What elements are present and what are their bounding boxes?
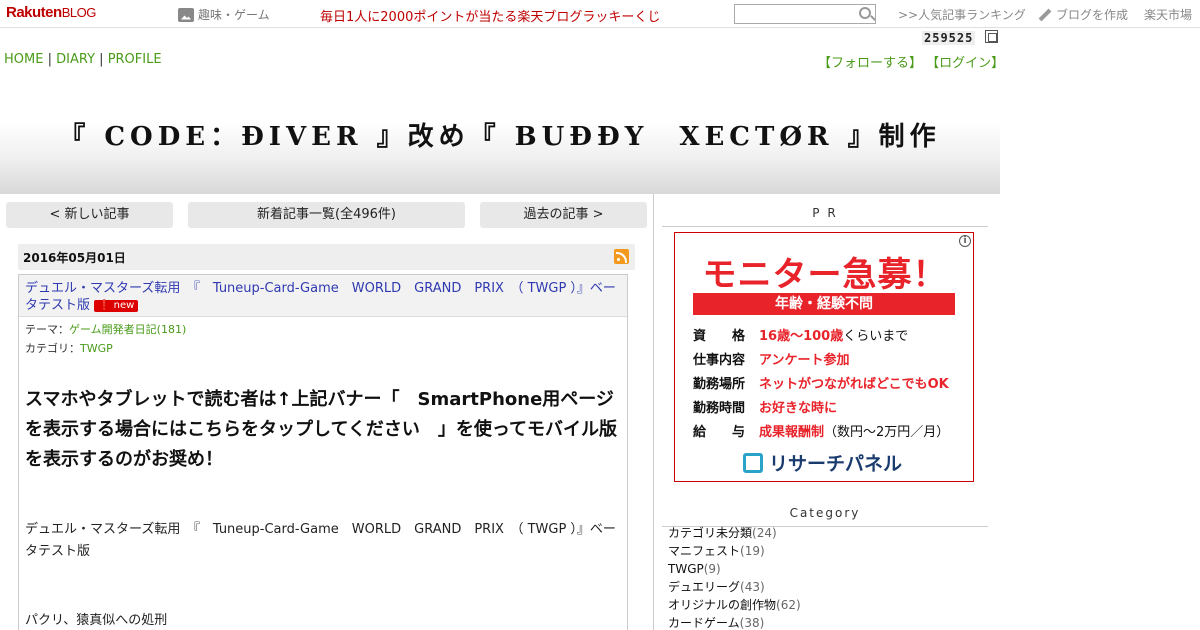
search-icon[interactable] xyxy=(859,7,871,19)
ad-row: 勤務時間 お好きな時に xyxy=(693,397,837,416)
category-name: デュエリーグ xyxy=(668,580,741,594)
nav-separator: | xyxy=(47,52,52,67)
category-item[interactable]: カードゲーム(38) xyxy=(668,614,801,630)
new-badge-label: new xyxy=(113,300,135,311)
category-name: TWGP xyxy=(668,562,704,576)
category-link[interactable]: TWGP xyxy=(80,342,113,355)
blog-category-label: 趣味・ゲーム xyxy=(198,8,270,22)
ad-row-label: 勤務時間 xyxy=(693,401,746,416)
ad-row-value: 成果報酬制 xyxy=(759,425,825,440)
newer-post-button[interactable]: < 新しい記事 xyxy=(6,202,173,228)
nav-diary-link[interactable]: DIARY xyxy=(56,52,95,67)
ad-row-tail: くらいまで xyxy=(843,329,909,344)
sidebar: P R i モニター急募！ 年齢・経験不問 資 格 16歳～100歳くらいまで 仕… xyxy=(662,194,988,630)
ad-row-value: ネットがつながればどこでもOK xyxy=(759,377,949,392)
blog-header-banner: 『 CODE：ĐIVER 』改め『 BUĐĐY XECTØR 』制作 xyxy=(0,74,1000,194)
new-badge: ❗ new xyxy=(94,300,139,312)
post-body-text: デュエル・マスターズ転用 『 Tuneup-Card-Game WORLD GR… xyxy=(25,522,616,559)
ad-row-label: 仕事内容 xyxy=(693,353,746,368)
research-panel-logo: リサーチパネル xyxy=(743,449,902,476)
category-list: カテゴリ未分類(24) マニフェスト(19) TWGP(9) デュエリーグ(43… xyxy=(668,524,801,630)
ad-row-value: 16歳～100歳 xyxy=(759,329,844,344)
category-name: マニフェスト xyxy=(668,544,741,558)
category-item[interactable]: カテゴリ未分類(24) xyxy=(668,524,801,542)
category-count: (62) xyxy=(776,598,801,612)
main-column: < 新しい記事 新着記事一覧(全496件) 過去の記事 > 2016年05月01… xyxy=(0,194,654,630)
category-name: オリジナルの創作物 xyxy=(668,598,777,612)
lucky-lottery-link[interactable]: 毎日1人に2000ポイントが当たる楽天ブログラッキーくじ xyxy=(320,6,660,25)
rss-icon[interactable] xyxy=(614,249,629,264)
category-item[interactable]: オリジナルの創作物(62) xyxy=(668,596,801,614)
nav-home-link[interactable]: HOME xyxy=(4,52,43,67)
ad-row: 資 格 16歳～100歳くらいまで xyxy=(693,325,908,344)
blog-nav: HOME | DIARY | PROFILE xyxy=(4,52,162,67)
category-count: (24) xyxy=(752,526,777,540)
category-count: (43) xyxy=(740,580,765,594)
visitor-counter: 259525 xyxy=(922,31,976,45)
rakuten-market-link[interactable]: 楽天市場 xyxy=(1144,6,1192,23)
research-panel-icon xyxy=(743,452,763,473)
category-item[interactable]: マニフェスト(19) xyxy=(668,542,801,560)
category-count: (9) xyxy=(703,562,721,576)
category-heading: Category xyxy=(662,494,988,527)
picture-icon xyxy=(178,7,194,22)
ad-row-label: 勤務場所 xyxy=(693,377,746,392)
ad-brand: リサーチパネル xyxy=(769,453,903,475)
ad-row-value: お好きな時に xyxy=(759,401,838,416)
pencil-icon xyxy=(1038,8,1052,21)
counter-icon[interactable] xyxy=(985,30,998,43)
create-blog-link[interactable]: ブログを作成 xyxy=(1038,6,1128,23)
blog-category-link[interactable]: 趣味・ゲーム xyxy=(178,6,270,23)
post-lead-text: スマホやタブレットで読む者は↑上記バナー「 SmartPhone用ページを表示す… xyxy=(25,389,618,470)
ad-row: 仕事内容 アンケート参加 xyxy=(693,349,849,368)
post-date: 2016年05月01日 xyxy=(23,251,126,265)
older-post-button[interactable]: 過去の記事 > xyxy=(480,202,647,228)
post-title-box: デュエル・マスターズ転用 『 Tuneup-Card-Game WORLD GR… xyxy=(19,275,627,317)
info-icon[interactable]: i xyxy=(959,235,971,247)
ad-row-tail: （数円～2万円／月） xyxy=(824,425,950,440)
logo-main: Rakuten xyxy=(6,4,62,21)
post-category: カテゴリ：TWGP xyxy=(25,340,113,356)
ad-row: 給 与成果報酬制（数円～2万円／月） xyxy=(693,421,949,440)
blog-title[interactable]: 『 CODE：ĐIVER 』改め『 BUĐĐY XECTØR 』制作 xyxy=(0,116,1000,153)
ad-row-label: 給 与 xyxy=(693,425,746,440)
ad-headline: モニター急募！ xyxy=(702,255,948,295)
ad-row: 勤務場所 ネットがつながればどこでもOK xyxy=(693,373,949,392)
post-body-text-2: パクリ、猿真似への処刑 xyxy=(25,613,168,628)
ad-row-value: アンケート参加 xyxy=(759,353,850,368)
post-article: デュエル・マスターズ転用 『 Tuneup-Card-Game WORLD GR… xyxy=(18,274,628,630)
nav-profile-link[interactable]: PROFILE xyxy=(108,52,162,67)
global-header: RakutenBLOG 趣味・ゲーム 毎日1人に2000ポイントが当たる楽天ブロ… xyxy=(0,0,1200,28)
post-list-button[interactable]: 新着記事一覧(全496件) xyxy=(188,202,465,228)
post-date-bar: 2016年05月01日 xyxy=(18,244,635,270)
ad-row-label: 資 格 xyxy=(693,329,746,344)
category-count: (38) xyxy=(739,616,765,630)
search-input[interactable] xyxy=(734,4,876,24)
create-blog-label: ブログを作成 xyxy=(1056,8,1129,22)
category-count: (19) xyxy=(740,544,765,558)
category-item[interactable]: デュエリーグ(43) xyxy=(668,578,801,596)
popular-ranking-link[interactable]: >>人気記事ランキング xyxy=(898,6,1026,23)
category-section: Category xyxy=(662,494,988,527)
theme-label: テーマ： xyxy=(25,323,69,336)
category-name: カードゲーム xyxy=(668,616,740,630)
pr-heading: P R xyxy=(662,194,988,227)
ad-subheadline: 年齢・経験不問 xyxy=(693,293,955,315)
category-label: カテゴリ： xyxy=(25,342,80,355)
category-item[interactable]: TWGP(9) xyxy=(668,560,801,578)
follow-login-links: 【フォローする】 【ログイン】 xyxy=(818,52,1004,71)
login-link[interactable]: 【ログイン】 xyxy=(926,56,1004,71)
category-name: カテゴリ未分類 xyxy=(668,526,753,540)
nav-separator: | xyxy=(99,52,104,67)
logo-sub: BLOG xyxy=(61,5,97,20)
ad-banner[interactable]: i モニター急募！ 年齢・経験不問 資 格 16歳～100歳くらいまで 仕事内容ア… xyxy=(674,232,974,482)
post-theme: テーマ：ゲーム開発者日記(181) xyxy=(25,321,186,337)
follow-link[interactable]: 【フォローする】 xyxy=(818,56,922,71)
rakuten-blog-logo[interactable]: RakutenBLOG xyxy=(6,4,96,21)
theme-link[interactable]: ゲーム開発者日記(181) xyxy=(69,323,186,336)
